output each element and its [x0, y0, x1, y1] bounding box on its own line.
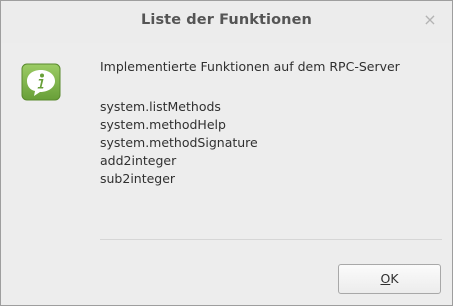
ok-button[interactable]: OK — [338, 264, 441, 294]
title-bar[interactable]: Liste der Funktionen × — [1, 1, 452, 43]
method-list-item: add2integer — [100, 153, 177, 168]
ok-mnemonic: O — [380, 271, 391, 286]
close-button[interactable]: × — [420, 10, 440, 30]
info-speech-bubble-icon — [21, 63, 61, 107]
dialog-title: Liste der Funktionen — [141, 12, 312, 28]
method-list-item: system.listMethods — [100, 99, 221, 114]
ok-label-rest: K — [390, 271, 399, 286]
method-list-item: sub2integer — [100, 171, 176, 186]
separator — [100, 239, 442, 240]
method-list-item: system.methodHelp — [100, 117, 226, 132]
method-list-item: system.methodSignature — [100, 135, 258, 150]
dialog-window: Liste der Funktionen × Implementierte Fu… — [0, 0, 453, 306]
header-message: Implementierte Funktionen auf dem RPC-Se… — [100, 59, 400, 74]
method-list: system.listMethods system.methodHelp sys… — [100, 98, 258, 188]
